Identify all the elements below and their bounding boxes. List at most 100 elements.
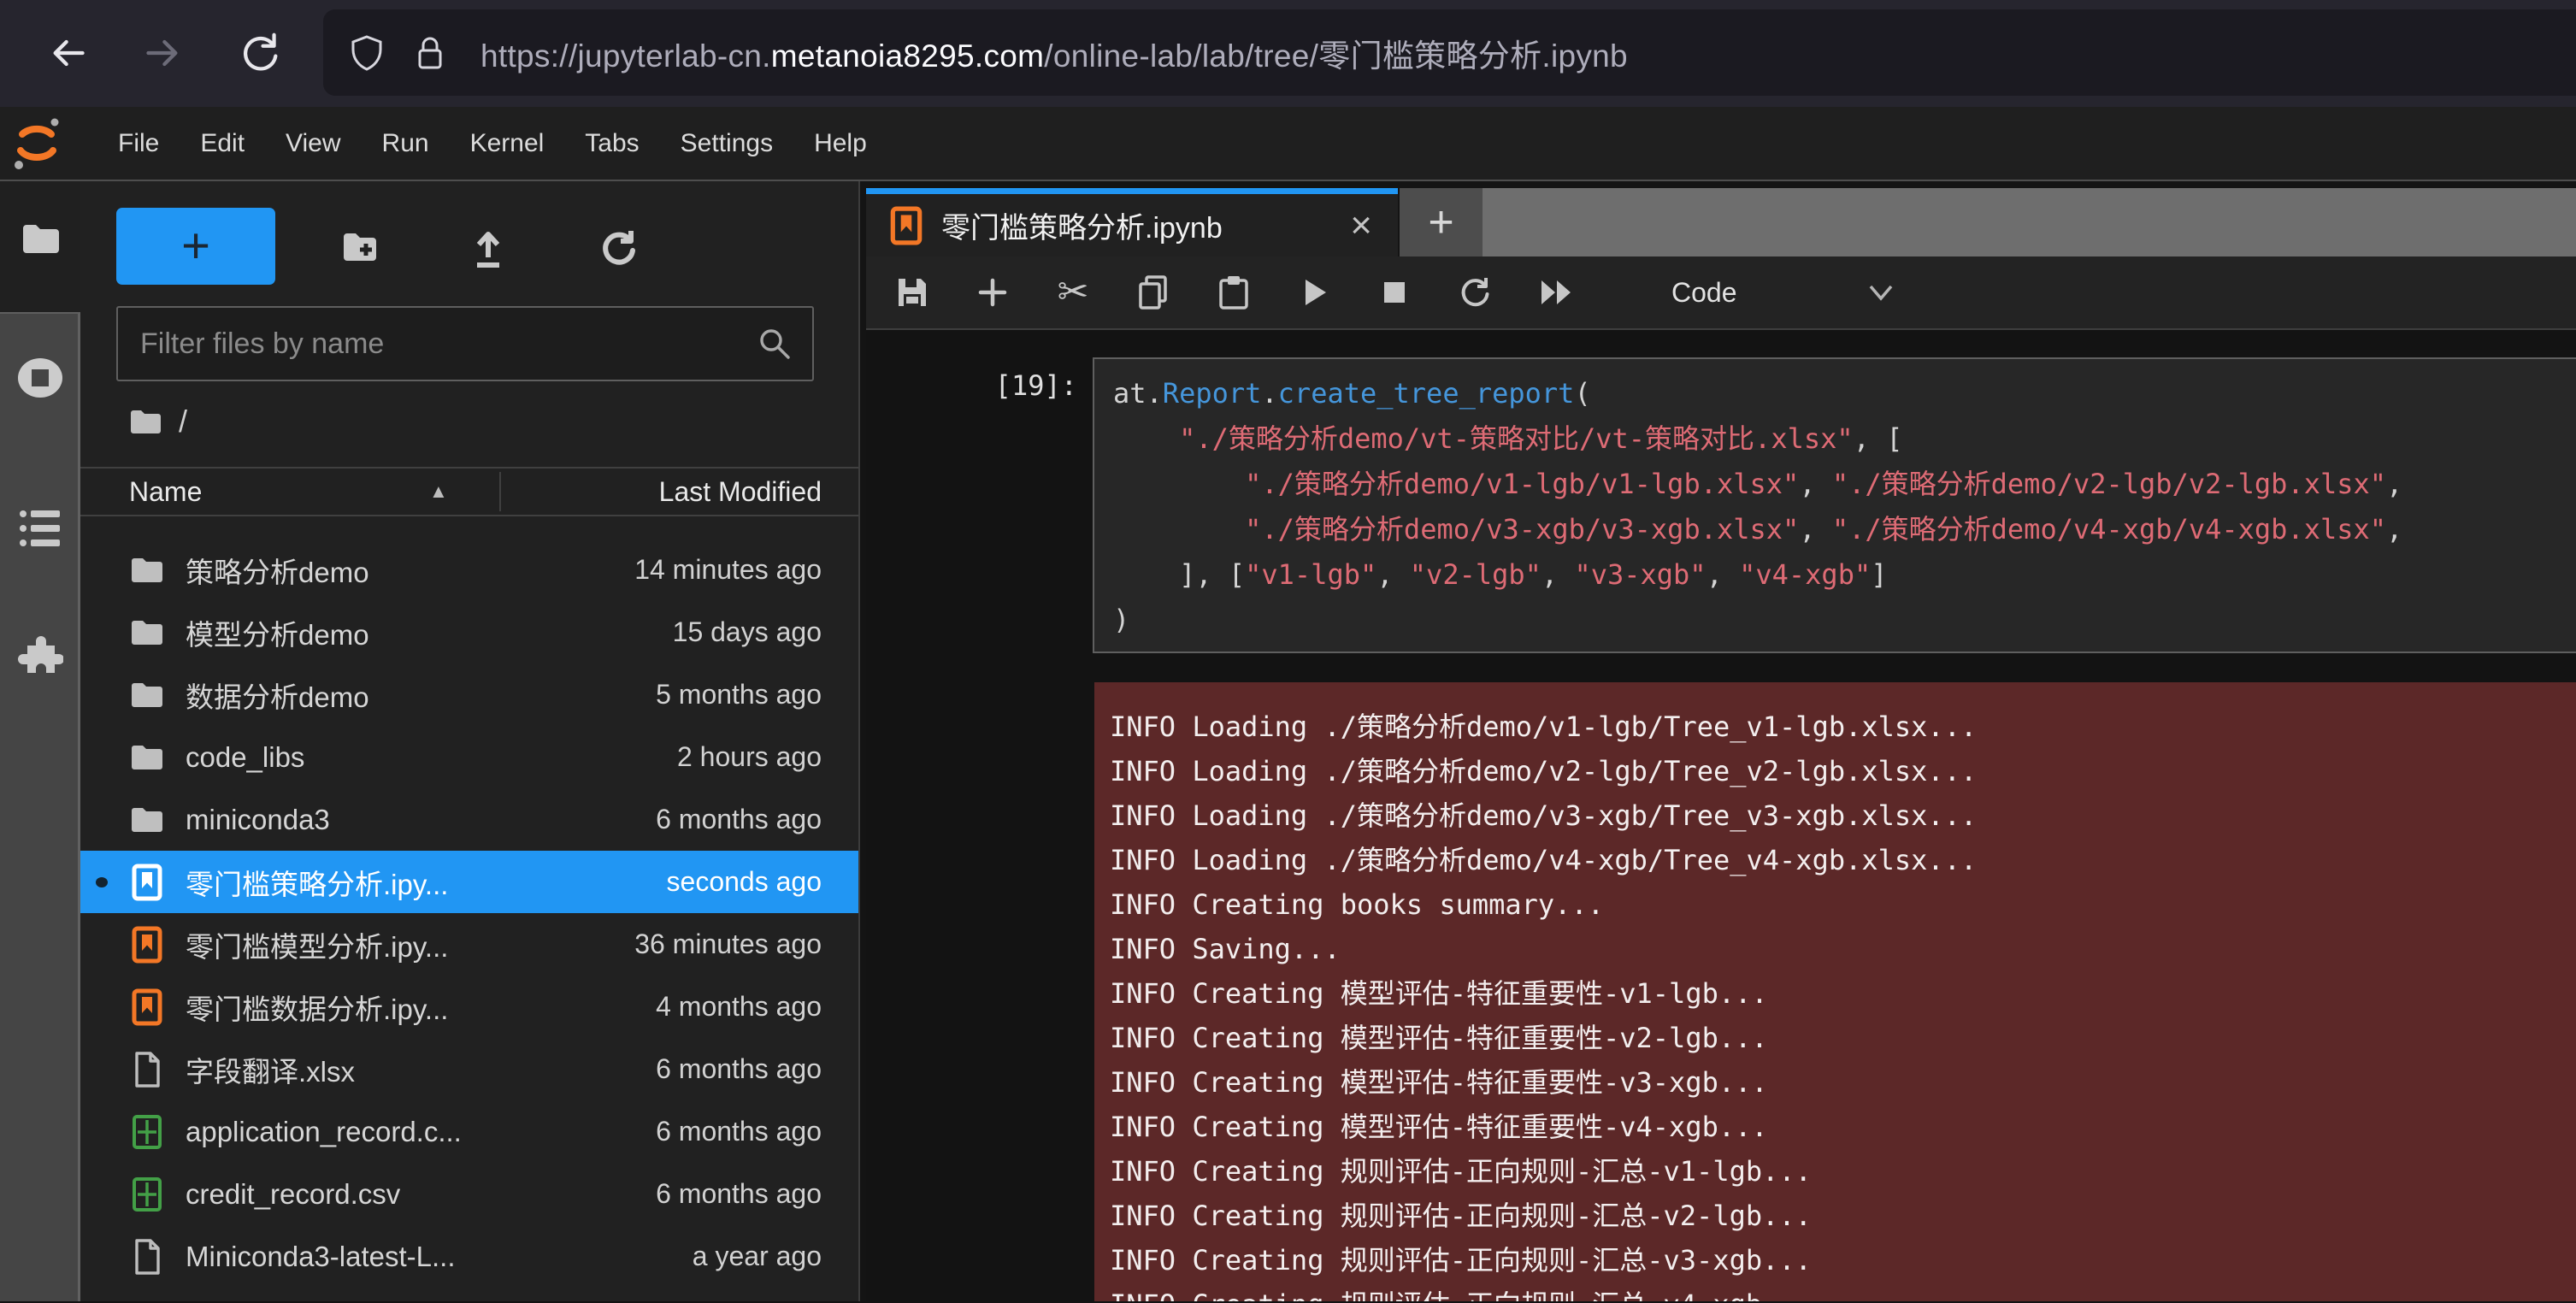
file-row[interactable]: 零门槛模型分析.ipy... 36 minutes ago (80, 913, 858, 976)
unsaved-dot (96, 877, 108, 887)
file-list: 策略分析demo 14 minutes ago 模型分析demo15 days ag… (80, 539, 858, 1301)
main-content: + / Name ▲ Las (0, 181, 2576, 1301)
close-icon[interactable]: × (1350, 209, 1372, 243)
new-launcher-button[interactable]: + (116, 208, 275, 285)
sort-ascending-icon[interactable]: ▲ (429, 469, 448, 515)
column-last-modified[interactable]: Last Modified (659, 469, 822, 515)
file-modified: 4 months ago (656, 991, 822, 1023)
file-name: credit_record.csv (186, 1178, 400, 1211)
running-sessions-icon[interactable] (17, 355, 63, 401)
column-divider (499, 472, 501, 511)
folder-icon (129, 801, 165, 839)
lock-icon[interactable] (410, 33, 450, 73)
paste-cells-icon[interactable] (1215, 274, 1253, 311)
output-line: INFO Creating 规则评估-正向规则-汇总-v2-lgb... (1110, 1194, 2576, 1238)
notebook-toolbar: ✂ Code (866, 256, 2576, 330)
output-line: INFO Creating 规则评估-正向规则-汇总-v1-lgb... (1110, 1149, 2576, 1194)
extensions-icon[interactable] (17, 634, 63, 680)
file-modified: 6 months ago (656, 1053, 822, 1085)
upload-icon[interactable] (467, 227, 510, 269)
restart-kernel-icon[interactable] (1456, 274, 1494, 311)
url-bar[interactable]: https://jupyterlab-cn.metanoia8295.com/o… (323, 9, 2576, 96)
folder-icon (129, 407, 163, 436)
notebook-icon (129, 988, 165, 1026)
code-line: at.Report.create_tree_report( (1113, 371, 2576, 416)
file-row[interactable]: 零门槛数据分析.ipy...4 months ago (80, 976, 858, 1038)
menu-item-run[interactable]: Run (362, 107, 450, 180)
notebook-tab[interactable]: 零门槛策略分析.ipynb × (866, 188, 1398, 256)
file-row[interactable]: miniconda36 months ago (80, 788, 858, 851)
menu-item-help[interactable]: Help (793, 107, 887, 180)
file-modified: a year ago (693, 1241, 822, 1272)
run-icon[interactable] (1295, 274, 1333, 311)
menu-item-kernel[interactable]: Kernel (450, 107, 565, 180)
output-line: INFO Loading ./策略分析demo/v4-xgb/Tree_v4-x… (1110, 838, 2576, 882)
table-of-contents-icon[interactable] (17, 505, 63, 551)
forward-icon[interactable] (140, 31, 185, 75)
file-row[interactable]: 模型分析demo15 days ago (80, 601, 858, 663)
browser-chrome: https://jupyterlab-cn.metanoia8295.com/o… (0, 0, 2576, 107)
menu-item-tabs[interactable]: Tabs (564, 107, 659, 180)
insert-cell-icon[interactable] (974, 274, 1011, 311)
breadcrumb-root[interactable]: / (179, 404, 187, 439)
file-name: Miniconda3-latest-L... (186, 1241, 455, 1273)
panel-divider[interactable] (860, 181, 866, 1301)
file-row[interactable]: code_libs2 hours ago (80, 726, 858, 788)
file-modified: 36 minutes ago (634, 929, 822, 960)
code-line: "./策略分析demo/v3-xgb/v3-xgb.xlsx", "./策略分析… (1113, 507, 2576, 552)
file-row[interactable]: 数据分析demo5 months ago (80, 663, 858, 726)
file-name: 零门槛策略分析.ipy... (186, 862, 448, 903)
csv-icon (129, 1176, 165, 1213)
menu-item-edit[interactable]: Edit (180, 107, 265, 180)
menu-item-settings[interactable]: Settings (660, 107, 793, 180)
copy-cells-icon[interactable] (1135, 274, 1172, 311)
cell-type-dropdown[interactable]: Code (1671, 277, 1737, 309)
file-row[interactable]: 字段翻译.xlsx6 months ago (80, 1038, 858, 1100)
refresh-icon[interactable] (597, 227, 640, 269)
file-row[interactable]: 策略分析demo 14 minutes ago (80, 539, 858, 601)
run-all-icon[interactable] (1536, 274, 1574, 311)
output-line: INFO Creating 规则评估-正向规则-汇总-v3-xgb... (1110, 1238, 2576, 1282)
file-browser-toolbar: + (80, 181, 858, 301)
file-modified: seconds ago (667, 866, 822, 898)
file-name: miniconda3 (186, 804, 330, 836)
file-row[interactable]: Miniconda3-latest-L... a year ago (80, 1225, 858, 1288)
output-line: INFO Creating 模型评估-特征重要性-v4-xgb... (1110, 1105, 2576, 1149)
cut-cells-icon[interactable]: ✂ (1054, 274, 1092, 311)
output-line: INFO Loading ./策略分析demo/v3-xgb/Tree_v3-x… (1110, 793, 2576, 838)
file-modified: 6 months ago (656, 1116, 822, 1147)
file-name: 模型分析demo (186, 612, 369, 653)
output-line: INFO Creating 规则评估-正向规则-汇总-v4-xgb... (1110, 1282, 2576, 1301)
new-folder-icon[interactable] (339, 227, 381, 269)
file-icon (129, 1051, 165, 1088)
notebook-panel: 零门槛策略分析.ipynb × + ✂ (866, 181, 2576, 1301)
breadcrumb[interactable]: / (129, 402, 187, 441)
chevron-down-icon[interactable] (1866, 280, 1896, 305)
menu-items: FileEditViewRunKernelTabsSettingsHelp (97, 107, 887, 180)
file-name: 策略分析demo (186, 550, 369, 591)
menu-item-view[interactable]: View (265, 107, 361, 180)
output-line: INFO Loading ./策略分析demo/v2-lgb/Tree_v2-l… (1110, 749, 2576, 793)
file-name: 零门槛模型分析.ipy... (186, 924, 448, 965)
reload-icon[interactable] (238, 31, 282, 75)
back-icon[interactable] (46, 31, 91, 75)
stop-icon[interactable] (1376, 274, 1413, 311)
code-editor[interactable]: at.Report.create_tree_report( "./策略分析dem… (1093, 357, 2576, 653)
file-browser-icon[interactable] (21, 221, 62, 256)
menu-item-file[interactable]: File (97, 107, 180, 180)
new-tab-button[interactable]: + (1400, 188, 1483, 256)
file-row[interactable]: 零门槛策略分析.ipy... seconds ago (80, 851, 858, 913)
filter-files-input[interactable] (118, 327, 756, 361)
csv-icon (129, 1113, 165, 1151)
save-icon[interactable] (893, 274, 931, 311)
file-row[interactable]: credit_record.csv6 months ago (80, 1163, 858, 1225)
code-line: "./策略分析demo/v1-lgb/v1-lgb.xlsx", "./策略分析… (1113, 462, 2576, 507)
file-modified: 14 minutes ago (634, 554, 822, 586)
file-name: 数据分析demo (186, 675, 369, 716)
column-name[interactable]: Name (129, 469, 202, 515)
file-row[interactable]: application_record.c...6 months ago (80, 1100, 858, 1163)
shield-icon[interactable] (347, 33, 386, 73)
code-line: "./策略分析demo/vt-策略对比/vt-策略对比.xlsx", [ (1113, 416, 2576, 462)
code-cell[interactable]: [19]: at.Report.create_tree_report( "./策… (866, 357, 2576, 653)
filter-files-box (116, 306, 814, 381)
